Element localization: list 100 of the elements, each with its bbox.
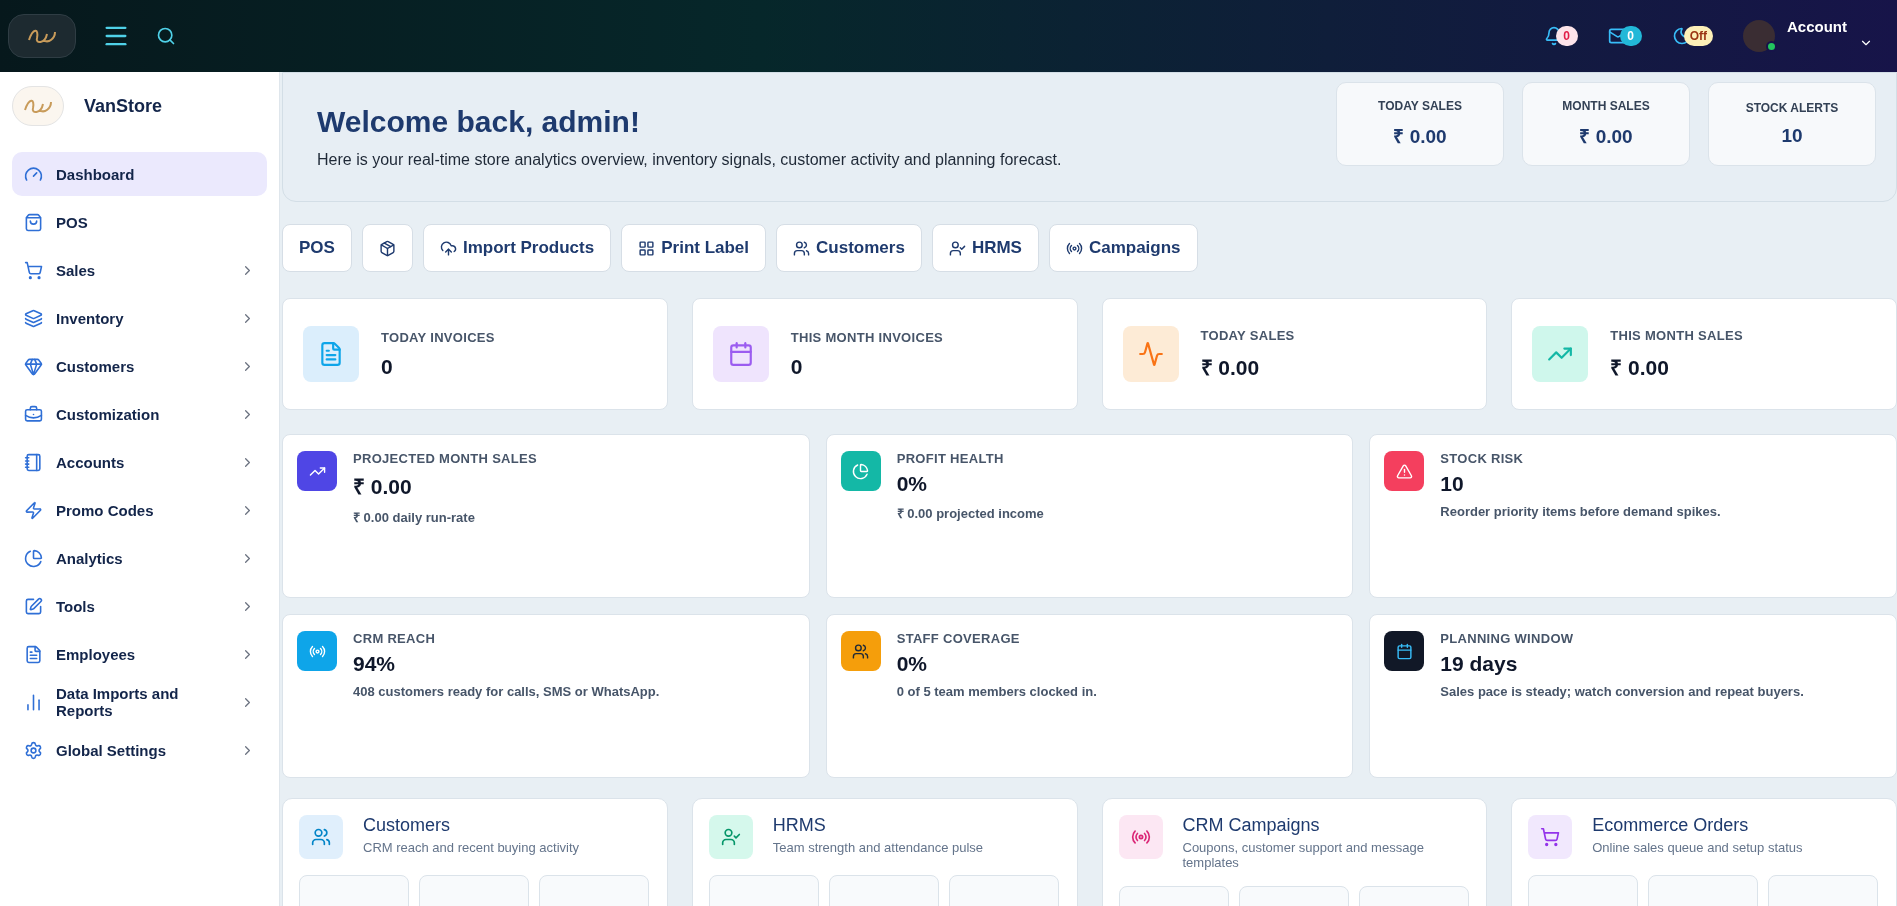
- insight-note: ₹ 0.00 projected income: [896, 505, 1044, 522]
- document-icon: [24, 644, 43, 664]
- stat-value: ₹ 0.00: [1610, 354, 1670, 381]
- module-subtitle: CRM reach and recent buying activity: [363, 840, 580, 855]
- lightning-icon: [24, 500, 43, 520]
- welcome-title: Welcome back, admin!: [317, 105, 641, 139]
- module-title: HRMS: [772, 815, 827, 836]
- search-button[interactable]: [156, 26, 176, 46]
- gauge-icon: [24, 164, 43, 184]
- insight-value: 94%: [353, 652, 397, 676]
- cart-icon: [24, 260, 43, 280]
- module-title: Customers: [363, 815, 452, 836]
- quick-action-button[interactable]: Campaigns: [1048, 224, 1198, 272]
- welcome-subtitle: Here is your real-time store analytics overview, inventory signals, customer activity and planning forecast.: [317, 151, 1062, 169]
- insight-note: ₹ 0.00 daily run-rate: [353, 509, 476, 526]
- broadcast-icon: [297, 631, 337, 671]
- insight-value: 0%: [896, 652, 928, 676]
- brand-name: VanStore: [84, 95, 163, 117]
- search-icon: [156, 26, 176, 46]
- insight-note: Reorder priority items before demand spikes.: [1440, 504, 1721, 519]
- layers-icon: [24, 308, 43, 328]
- insight-label: PLANNING WINDOW: [1440, 631, 1575, 646]
- insight-note: 408 customers ready for calls, SMS or WhatsApp.: [353, 684, 660, 699]
- summary-label: MONTH SALES: [1562, 99, 1650, 113]
- stat-value: ₹ 0.00: [1200, 354, 1261, 381]
- calendar-icon: [712, 326, 769, 382]
- pulse-icon: [1122, 326, 1179, 382]
- sidebar-item[interactable]: Sales: [12, 248, 267, 292]
- edit-icon: [24, 596, 43, 616]
- sidebar-item[interactable]: Customization: [12, 392, 267, 436]
- quick-action-button[interactable]: POS: [282, 224, 352, 272]
- summary-label: TODAY SALES: [1378, 99, 1462, 113]
- insight-value: 19 days: [1440, 652, 1519, 676]
- users-icon: [299, 815, 343, 859]
- diamond-icon: [24, 356, 43, 376]
- user-check-icon: [708, 815, 753, 859]
- briefcase-icon: [24, 404, 43, 424]
- stat-label: TODAY SALES: [1200, 327, 1295, 343]
- sidebar-item[interactable]: Promo Codes: [12, 488, 267, 532]
- document-icon: [303, 326, 359, 382]
- user-check-icon: [948, 239, 966, 257]
- summary-value: ₹ 0.00: [1393, 125, 1447, 149]
- quick-action-button[interactable]: [361, 224, 413, 272]
- bag-icon: [24, 212, 43, 232]
- sidebar-item[interactable]: Global Settings: [12, 728, 267, 772]
- sidebar-item[interactable]: Dashboard: [12, 152, 267, 196]
- stat-value: 0: [381, 354, 394, 379]
- bar-chart-icon: [24, 692, 43, 712]
- insight-label: STAFF COVERAGE: [896, 631, 1021, 646]
- broadcast-icon: [1118, 815, 1163, 859]
- sidebar-item[interactable]: Inventory: [12, 296, 267, 340]
- stat-value: 0: [790, 354, 804, 379]
- trend-up-icon: [297, 451, 337, 491]
- module-title: CRM Campaigns: [1182, 815, 1321, 836]
- insight-label: PROFIT HEALTH: [896, 451, 1005, 466]
- trend-up-icon: [1532, 326, 1589, 382]
- insight-label: STOCK RISK: [1440, 451, 1525, 466]
- module-title: Ecommerce Orders: [1592, 815, 1750, 836]
- insight-note: Sales pace is steady; watch conversion and repeat buyers.: [1440, 684, 1804, 699]
- upload-icon: [439, 239, 457, 257]
- sidebar-item[interactable]: Employees: [12, 632, 267, 676]
- stat-label: TODAY INVOICES: [381, 329, 495, 345]
- users-icon: [840, 631, 881, 671]
- pie-chart-icon: [840, 451, 881, 491]
- theme-toggle[interactable]: Off: [1671, 21, 1713, 51]
- quick-action-button[interactable]: Customers: [776, 224, 922, 272]
- avatar-icon: [1743, 20, 1775, 52]
- notebook-icon: [24, 452, 43, 472]
- notifications-button[interactable]: 0: [1543, 21, 1578, 51]
- sidebar-item[interactable]: Analytics: [12, 536, 267, 580]
- account-menu[interactable]: Account: [1743, 20, 1873, 52]
- grid-icon: [638, 239, 656, 257]
- users-icon: [793, 239, 811, 257]
- sidebar-item[interactable]: Customers: [12, 344, 267, 388]
- summary-value: 10: [1781, 125, 1803, 147]
- module-subtitle: Online sales queue and setup status: [1592, 840, 1803, 855]
- insight-value: 10: [1440, 472, 1465, 496]
- insight-label: PROJECTED MONTH SALES: [353, 451, 537, 466]
- sidebar-item[interactable]: POS: [12, 200, 267, 244]
- warning-icon: [1384, 451, 1425, 491]
- sidebar-item[interactable]: Tools: [12, 584, 267, 628]
- settings-icon: [24, 740, 43, 760]
- insight-note: 0 of 5 team members clocked in.: [896, 684, 1097, 699]
- logo-button[interactable]: [8, 14, 76, 58]
- quick-action-button[interactable]: Import Products: [422, 224, 612, 272]
- insight-value: ₹ 0.00: [353, 474, 413, 500]
- sidebar-item[interactable]: Accounts: [12, 440, 267, 484]
- sidebar-item[interactable]: Data Imports and Reports: [12, 680, 267, 724]
- calendar-icon: [1384, 631, 1425, 671]
- cart-icon: [1528, 815, 1573, 859]
- quick-action-button[interactable]: Print Label: [621, 224, 767, 272]
- stat-label: THIS MONTH SALES: [1610, 327, 1743, 343]
- box-icon: [378, 239, 396, 257]
- module-subtitle: Team strength and attendance pulse: [772, 840, 984, 855]
- quick-action-button[interactable]: HRMS: [931, 224, 1039, 272]
- insight-label: CRM REACH: [353, 631, 437, 646]
- stat-label: THIS MONTH INVOICES: [790, 329, 944, 345]
- module-subtitle: Coupons, customer support and message templates: [1182, 840, 1425, 870]
- summary-label: STOCK ALERTS: [1745, 101, 1839, 115]
- pie-chart-icon: [24, 548, 43, 568]
